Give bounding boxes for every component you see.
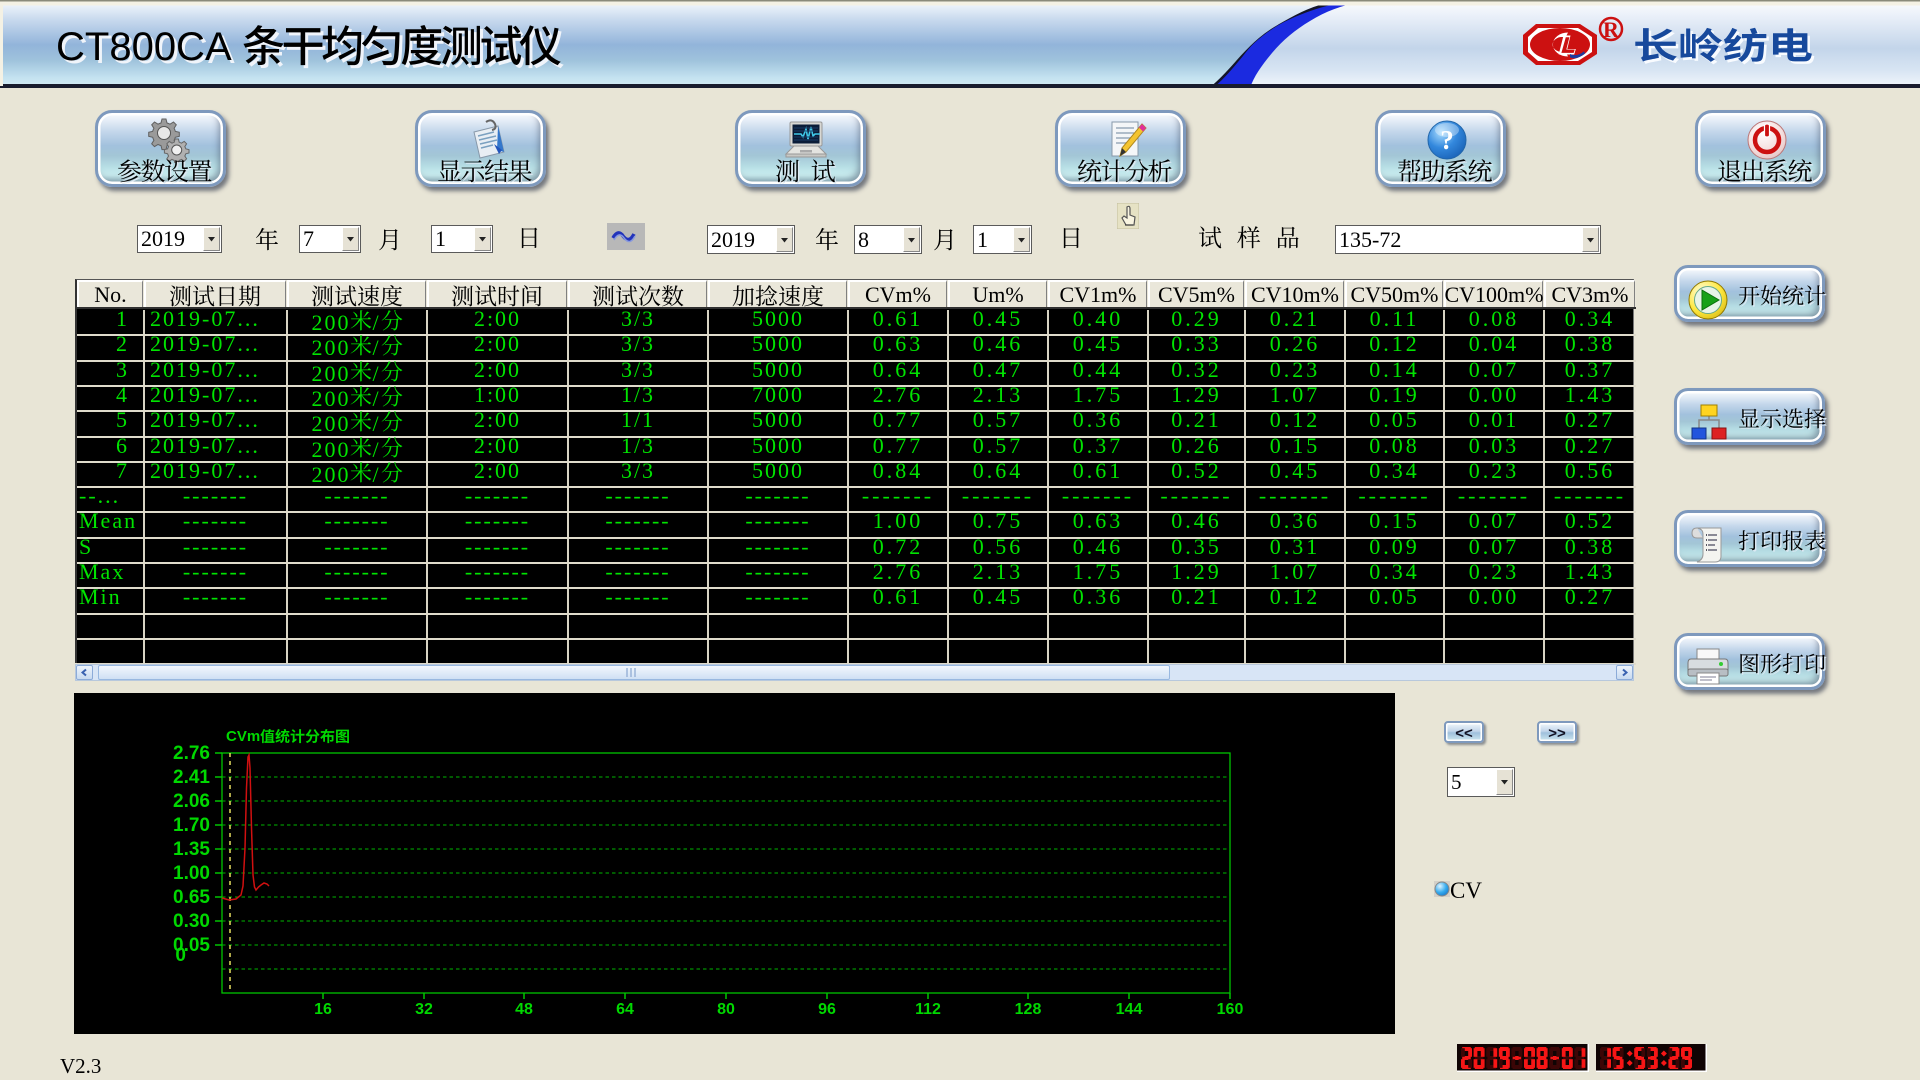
svg-text:32: 32 xyxy=(415,1001,433,1018)
svg-text:2.06: 2.06 xyxy=(173,791,210,812)
svg-text:160: 160 xyxy=(1217,1001,1244,1018)
svg-text:80: 80 xyxy=(717,1001,735,1018)
svg-text:1.00: 1.00 xyxy=(173,863,210,884)
svg-text:16: 16 xyxy=(314,1001,332,1018)
svg-text:128: 128 xyxy=(1015,1001,1042,1018)
svg-text:64: 64 xyxy=(616,1001,634,1018)
svg-text:?: ? xyxy=(1440,125,1454,155)
svg-text:R: R xyxy=(1603,17,1620,42)
svg-text:112: 112 xyxy=(915,1001,941,1018)
svg-text:144: 144 xyxy=(1116,1001,1143,1018)
svg-text:0.30: 0.30 xyxy=(173,911,210,932)
svg-text:1.70: 1.70 xyxy=(173,815,210,836)
svg-text:CVm: CVm xyxy=(226,728,260,745)
svg-text:48: 48 xyxy=(515,1001,533,1018)
svg-text:2.41: 2.41 xyxy=(173,767,210,788)
svg-text:0: 0 xyxy=(175,945,186,966)
svg-text:0.65: 0.65 xyxy=(173,887,210,908)
svg-text:96: 96 xyxy=(818,1001,836,1018)
svg-text:1.35: 1.35 xyxy=(173,839,210,860)
svg-text:2.76: 2.76 xyxy=(173,743,210,764)
